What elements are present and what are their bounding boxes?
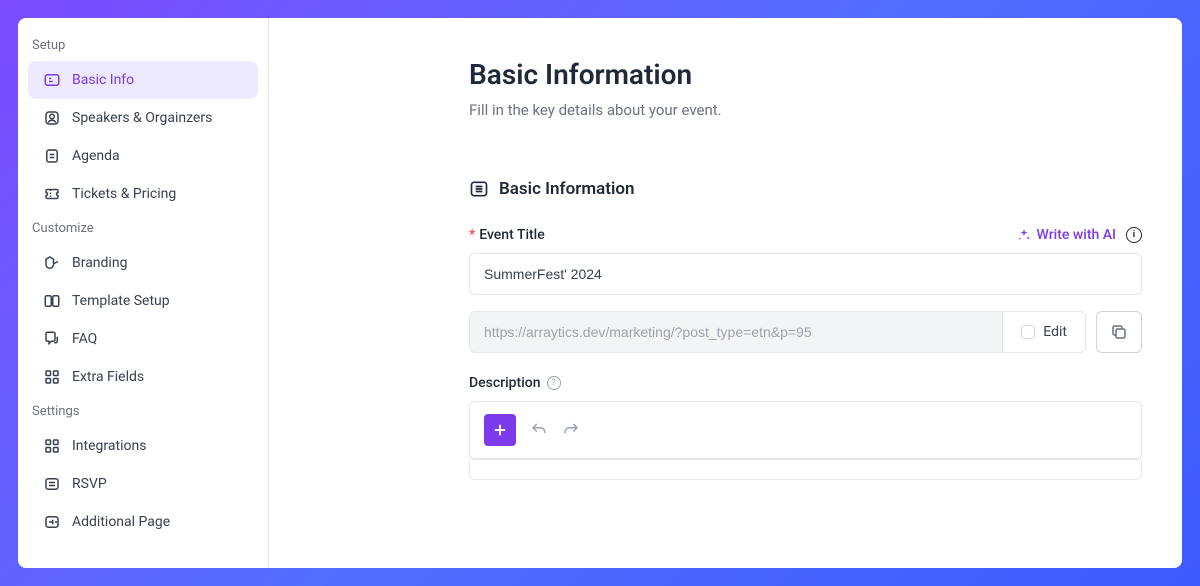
sidebar-section-setup: Setup — [28, 30, 258, 61]
sidebar-item-label: Additional Page — [72, 514, 170, 530]
page-icon — [42, 512, 62, 532]
sidebar-item-label: Integrations — [72, 438, 146, 454]
basic-info-icon — [42, 70, 62, 90]
agenda-icon — [42, 146, 62, 166]
sidebar-section-settings: Settings — [28, 396, 258, 427]
sidebar-item-label: RSVP — [72, 476, 107, 492]
copy-button[interactable] — [1096, 311, 1142, 353]
sidebar-item-label: Agenda — [72, 148, 120, 164]
grid-icon — [42, 367, 62, 387]
user-icon — [42, 108, 62, 128]
sidebar-item-rsvp[interactable]: RSVP — [28, 465, 258, 503]
sidebar-item-label: FAQ — [72, 331, 97, 347]
page-title: Basic Information — [469, 58, 1142, 91]
event-title-input[interactable] — [469, 253, 1142, 295]
sidebar-item-label: Extra Fields — [72, 369, 144, 385]
template-icon — [42, 291, 62, 311]
sidebar-item-additional-page[interactable]: Additional Page — [28, 503, 258, 541]
url-edit-button[interactable]: Edit — [1002, 312, 1085, 352]
copy-icon — [1110, 323, 1128, 341]
write-with-ai-button[interactable]: Write with AI — [1017, 227, 1116, 243]
sparkle-icon — [1017, 228, 1031, 242]
sidebar-item-speakers[interactable]: Speakers & Orgainzers — [28, 99, 258, 137]
sidebar: Setup Basic Info Speakers & Orgainzers A… — [18, 18, 269, 568]
sidebar-item-label: Basic Info — [72, 72, 134, 88]
sidebar-item-branding[interactable]: Branding — [28, 244, 258, 282]
redo-button[interactable] — [562, 421, 580, 439]
sidebar-item-agenda[interactable]: Agenda — [28, 137, 258, 175]
help-icon[interactable]: ? — [547, 376, 561, 390]
sidebar-item-label: Speakers & Orgainzers — [72, 110, 212, 126]
editor-content-area[interactable] — [469, 460, 1142, 480]
sidebar-item-label: Tickets & Pricing — [72, 186, 176, 202]
info-icon[interactable]: i — [1126, 227, 1142, 243]
rsvp-icon — [42, 474, 62, 494]
sidebar-item-faq[interactable]: FAQ — [28, 320, 258, 358]
sidebar-item-label: Branding — [72, 255, 127, 271]
section-header: Basic Information — [469, 179, 1142, 199]
edit-checkbox[interactable] — [1021, 325, 1035, 339]
sidebar-section-customize: Customize — [28, 213, 258, 244]
main-content: Basic Information Fill in the key detail… — [269, 18, 1182, 568]
add-block-button[interactable] — [484, 414, 516, 446]
branding-icon — [42, 253, 62, 273]
sidebar-item-label: Template Setup — [72, 293, 170, 309]
undo-button[interactable] — [530, 421, 548, 439]
sidebar-item-tickets[interactable]: Tickets & Pricing — [28, 175, 258, 213]
url-input — [470, 312, 1002, 352]
list-icon — [469, 179, 489, 199]
page-subtitle: Fill in the key details about your event… — [469, 101, 1142, 119]
integrations-icon — [42, 436, 62, 456]
section-header-title: Basic Information — [499, 179, 634, 199]
sidebar-item-extra-fields[interactable]: Extra Fields — [28, 358, 258, 396]
sidebar-item-template[interactable]: Template Setup — [28, 282, 258, 320]
sidebar-item-basic-info[interactable]: Basic Info — [28, 61, 258, 99]
ticket-icon — [42, 184, 62, 204]
required-star: * — [469, 227, 475, 243]
description-label: Description — [469, 375, 541, 391]
description-editor[interactable] — [469, 401, 1142, 460]
sidebar-item-integrations[interactable]: Integrations — [28, 427, 258, 465]
faq-icon — [42, 329, 62, 349]
event-title-label: *Event Title — [469, 227, 545, 243]
